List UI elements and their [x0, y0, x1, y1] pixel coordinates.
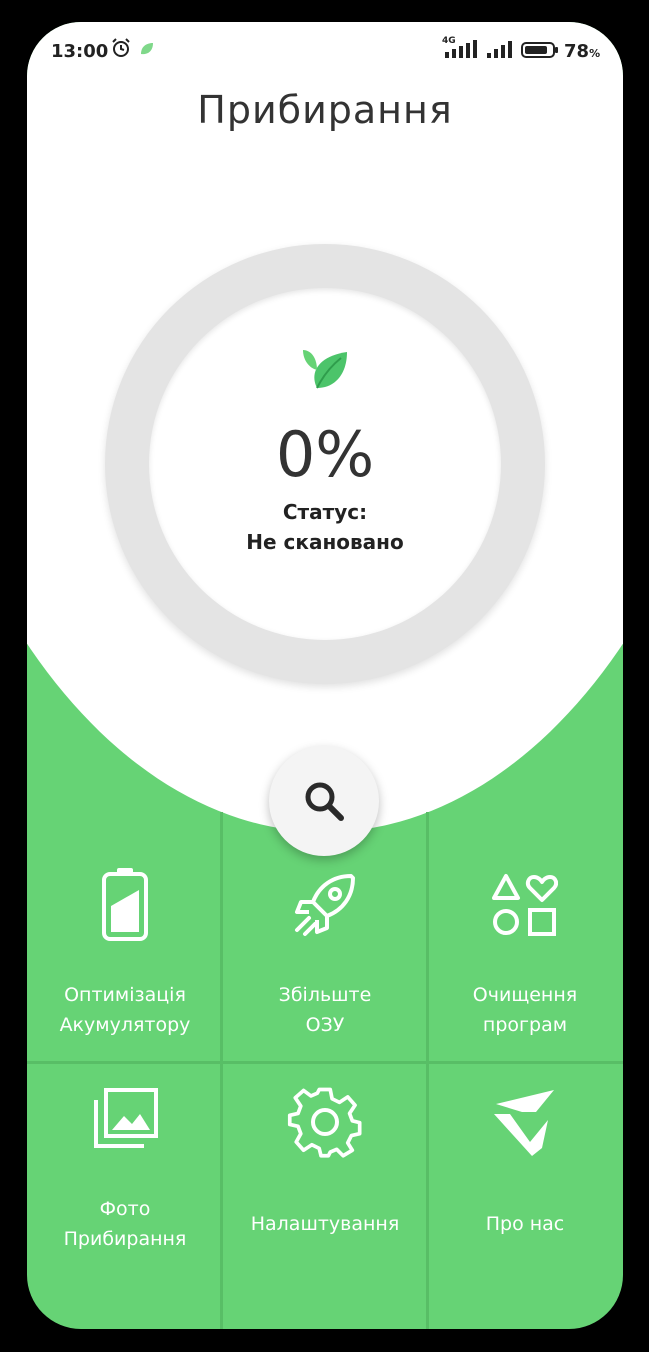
tile-label-line: Фото [99, 1198, 151, 1220]
photo-gallery-icon [94, 1088, 158, 1148]
tile-label-line: Про нас [485, 1213, 565, 1235]
tile-clean-apps[interactable]: Очищення програм [427, 822, 623, 1058]
status-time: 13:00 [51, 41, 109, 62]
tile-label-line: Очищення [472, 984, 578, 1006]
battery-status-icon [521, 42, 558, 58]
battery-percent: 78% [564, 41, 601, 62]
phone-screen: 13:00 4G 78% Прибирання 0% Статус: Не ск… [27, 22, 623, 1329]
leaf-icon [303, 350, 347, 389]
status-value: Не скановано [246, 530, 404, 554]
signal-strength-icon [445, 40, 477, 58]
tile-settings[interactable]: Налаштування [227, 1064, 423, 1300]
tile-boost-ram[interactable]: Збільште ОЗУ [227, 822, 423, 1058]
tile-label-line: Оптимізація [64, 984, 186, 1006]
signal-strength-icon [487, 41, 512, 58]
page-title: Прибирання [197, 88, 453, 132]
tile-label-line: ОЗУ [305, 1014, 345, 1036]
scan-search-button[interactable] [269, 746, 379, 856]
tile-label-line: Налаштування [250, 1213, 400, 1235]
scan-percent: 0% [275, 418, 375, 491]
search-icon [305, 782, 344, 821]
tile-label-line: Збільште [278, 984, 372, 1006]
rocket-icon [295, 874, 355, 936]
status-bar: 13:00 4G 78% [27, 22, 623, 78]
logo-icon [494, 1090, 554, 1156]
tile-label-line: програм [482, 1014, 568, 1036]
tile-battery-optimization[interactable]: Оптимізація Акумулятору [27, 822, 223, 1058]
apps-shapes-icon [492, 874, 558, 936]
app-notification-leaf-icon [141, 43, 153, 55]
tile-photo-cleaning[interactable]: Фото Прибирання [27, 1064, 223, 1300]
tile-label-line: Прибирання [63, 1228, 187, 1250]
battery-icon [102, 868, 148, 941]
tile-label-line: Акумулятору [59, 1014, 191, 1036]
status-label: Статус: [282, 500, 368, 524]
gear-icon [287, 1087, 362, 1158]
tile-about-us[interactable]: Про нас [427, 1064, 623, 1300]
alarm-clock-icon [112, 38, 130, 57]
